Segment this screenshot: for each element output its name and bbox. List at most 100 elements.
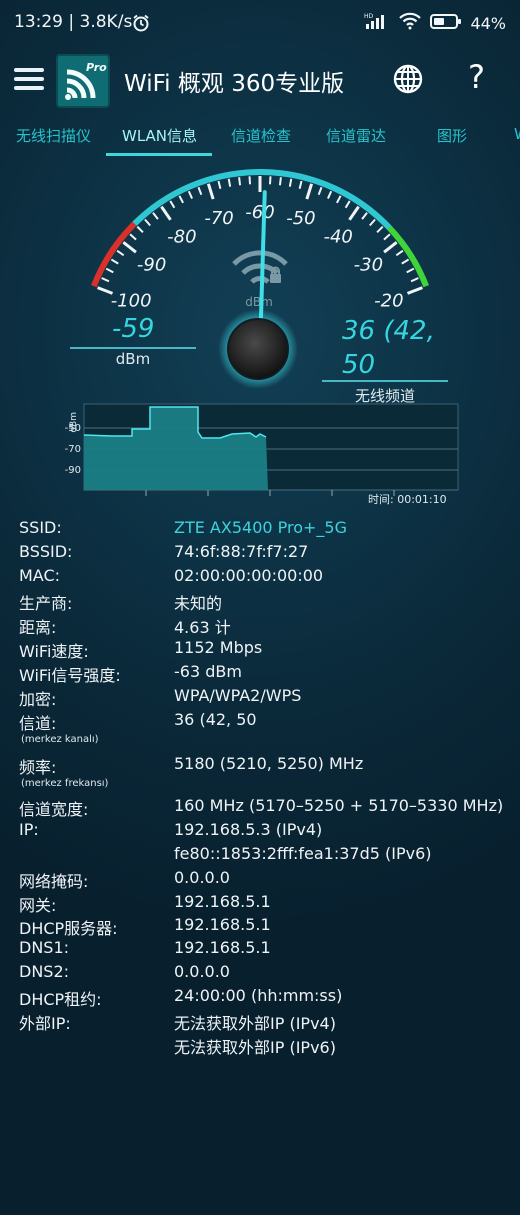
speed-label: WiFi速度: <box>19 642 89 661</box>
gauge-tick <box>278 177 282 186</box>
gauge-tick <box>217 180 222 190</box>
gauge-tick <box>383 233 391 241</box>
alarm-icon <box>132 14 150 36</box>
tab-graph[interactable]: 图形 <box>437 125 467 146</box>
gauge-tick <box>227 178 232 187</box>
gauge-tick <box>369 218 376 227</box>
signal-underline <box>70 347 196 349</box>
info-row-lease: DHCP租约: 24:00:00 (hh:mm:ss) <box>0 986 520 1010</box>
gauge-tick-label: -50 <box>286 208 315 229</box>
gauge-tick <box>160 205 172 221</box>
gauge-tick <box>238 177 242 186</box>
signal-history-graph: dBm -50 -70 -90 <box>65 403 459 496</box>
gauge-tick-label: -90 <box>137 255 166 276</box>
tab-channel-check[interactable]: 信道检查 <box>231 125 291 146</box>
info-row-ip: IP: 192.168.5.3 (IPv4) <box>0 820 520 844</box>
svg-text:HD: HD <box>364 13 374 20</box>
graph-tick: -70 <box>65 444 81 455</box>
wifi-status-icon <box>398 12 422 34</box>
info-row-width: 信道宽度: 160 MHz (5170–5250 + 5170–5330 MHz… <box>0 796 520 820</box>
info-row-dhcp: DHCP服务器: 192.168.5.1 <box>0 915 520 939</box>
ipv4-value: 192.168.5.3 (IPv4) <box>174 820 323 839</box>
external-ipv6-value: 无法获取外部IP (IPv6) <box>174 1038 336 1057</box>
info-row-ipv6: fe80::1853:2fff:fea1:37d5 (IPv6) <box>0 844 520 868</box>
signal-value: -59 <box>112 314 155 344</box>
gauge-tick <box>336 195 342 204</box>
channel-info-value: 36 (42, 50 <box>174 710 257 729</box>
gauge-knob <box>227 318 289 380</box>
frequency-label: 频率: <box>19 758 57 777</box>
info-row-gateway: 网关: 192.168.5.1 <box>0 892 520 916</box>
gauge-tick <box>305 183 314 200</box>
channel-value: 36 (42, 50 <box>342 316 435 380</box>
gauge-tick-label: -20 <box>374 291 403 312</box>
signal-unit: dBm <box>115 350 151 368</box>
dhcp-value: 192.168.5.1 <box>174 915 271 934</box>
dns1-label: DNS1: <box>19 938 70 957</box>
gauge-tick-label: -30 <box>354 255 383 276</box>
status-time: 13:29 | 3.8K/s <box>14 12 133 32</box>
gauge-tick <box>105 267 114 274</box>
status-bar: 13:29 | 3.8K/s HD 44% <box>0 0 520 48</box>
tab-scanner[interactable]: 无线扫描仪 <box>16 125 91 146</box>
gauge-tick <box>144 218 151 227</box>
gauge-tick <box>206 183 215 200</box>
lease-label: DHCP租约: <box>19 990 102 1009</box>
gauge-tick <box>110 258 119 265</box>
active-tab-indicator <box>106 153 212 156</box>
gauge-tick <box>406 286 423 295</box>
gauge-tick <box>348 205 360 221</box>
dns2-value: 0.0.0.0 <box>174 962 230 981</box>
channel-sub-label: (merkez kanalı) <box>21 734 99 745</box>
menu-icon[interactable] <box>14 68 44 90</box>
app-logo: Pro <box>56 54 110 108</box>
speed-value: 1152 Mbps <box>174 638 263 657</box>
info-row-bssid: BSSID: 74:6f:88:7f:f7:27 <box>0 542 520 566</box>
info-row-channel: 信道: 36 (42, 50 <box>0 710 520 734</box>
ip-label: IP: <box>19 820 39 839</box>
help-icon[interactable]: ? <box>468 58 485 96</box>
tab-more[interactable]: W <box>514 125 520 143</box>
gauge-tick <box>361 212 368 220</box>
info-row-mac: MAC: 02:00:00:00:00:00 <box>0 566 520 590</box>
gauge-tick-label: -40 <box>323 226 352 247</box>
language-globe-icon[interactable] <box>392 63 424 95</box>
gauge-tick <box>187 190 193 199</box>
gauge-tick-label: -80 <box>167 226 196 247</box>
gauge-tick <box>122 241 137 254</box>
graph-time: 时间: 00:01:10 <box>368 493 447 506</box>
bssid-value: 74:6f:88:7f:f7:27 <box>174 542 309 561</box>
cellular-signal-icon: HD <box>364 12 390 34</box>
gateway-label: 网关: <box>19 896 57 915</box>
gauge-tick <box>401 258 410 265</box>
gauge-tick <box>327 190 333 199</box>
tab-channel-radar[interactable]: 信道雷达 <box>326 125 386 146</box>
graph-tick: -90 <box>65 465 81 476</box>
distance-value: 4.63 计 <box>174 618 231 637</box>
gauge-tick <box>344 200 351 209</box>
battery-icon <box>430 12 462 34</box>
lease-value: 24:00:00 (hh:mm:ss) <box>174 986 343 1005</box>
mac-value: 02:00:00:00:00:00 <box>174 566 324 585</box>
gauge-tick <box>178 195 184 204</box>
info-row-frequency: 频率: 5180 (5210, 5250) MHz <box>0 754 520 778</box>
vendor-value: 未知的 <box>174 594 223 613</box>
gauge-tick-label: -70 <box>204 208 233 229</box>
vendor-label: 生产商: <box>19 594 73 613</box>
ssid-value: ZTE AX5400 Pro+_5G <box>174 518 348 537</box>
info-row-external-ipv6: 无法获取外部IP (IPv6) <box>0 1034 520 1058</box>
gauge-arc-segment <box>91 221 137 288</box>
app-bar: Pro WiFi 概观 360专业版 ? <box>0 50 520 108</box>
netmask-value: 0.0.0.0 <box>174 868 230 887</box>
info-row-encryption: 加密: WPA/WPA2/WPS <box>0 686 520 710</box>
gauge-tick <box>116 249 125 257</box>
info-row-external-ip: 外部IP: 无法获取外部IP (IPv4) <box>0 1010 520 1034</box>
encryption-label: 加密: <box>19 690 57 709</box>
gauge-tick <box>169 200 176 209</box>
tab-bar: 无线扫描仪 WLAN信息 信道检查 信道雷达 图形 W <box>0 115 520 157</box>
wifi-lock-icon <box>232 250 288 284</box>
graph-tick: -50 <box>65 423 81 434</box>
gauge-tick <box>410 277 419 283</box>
tab-wlan-info[interactable]: WLAN信息 <box>122 125 197 146</box>
gauge-arc-segment <box>387 225 429 288</box>
